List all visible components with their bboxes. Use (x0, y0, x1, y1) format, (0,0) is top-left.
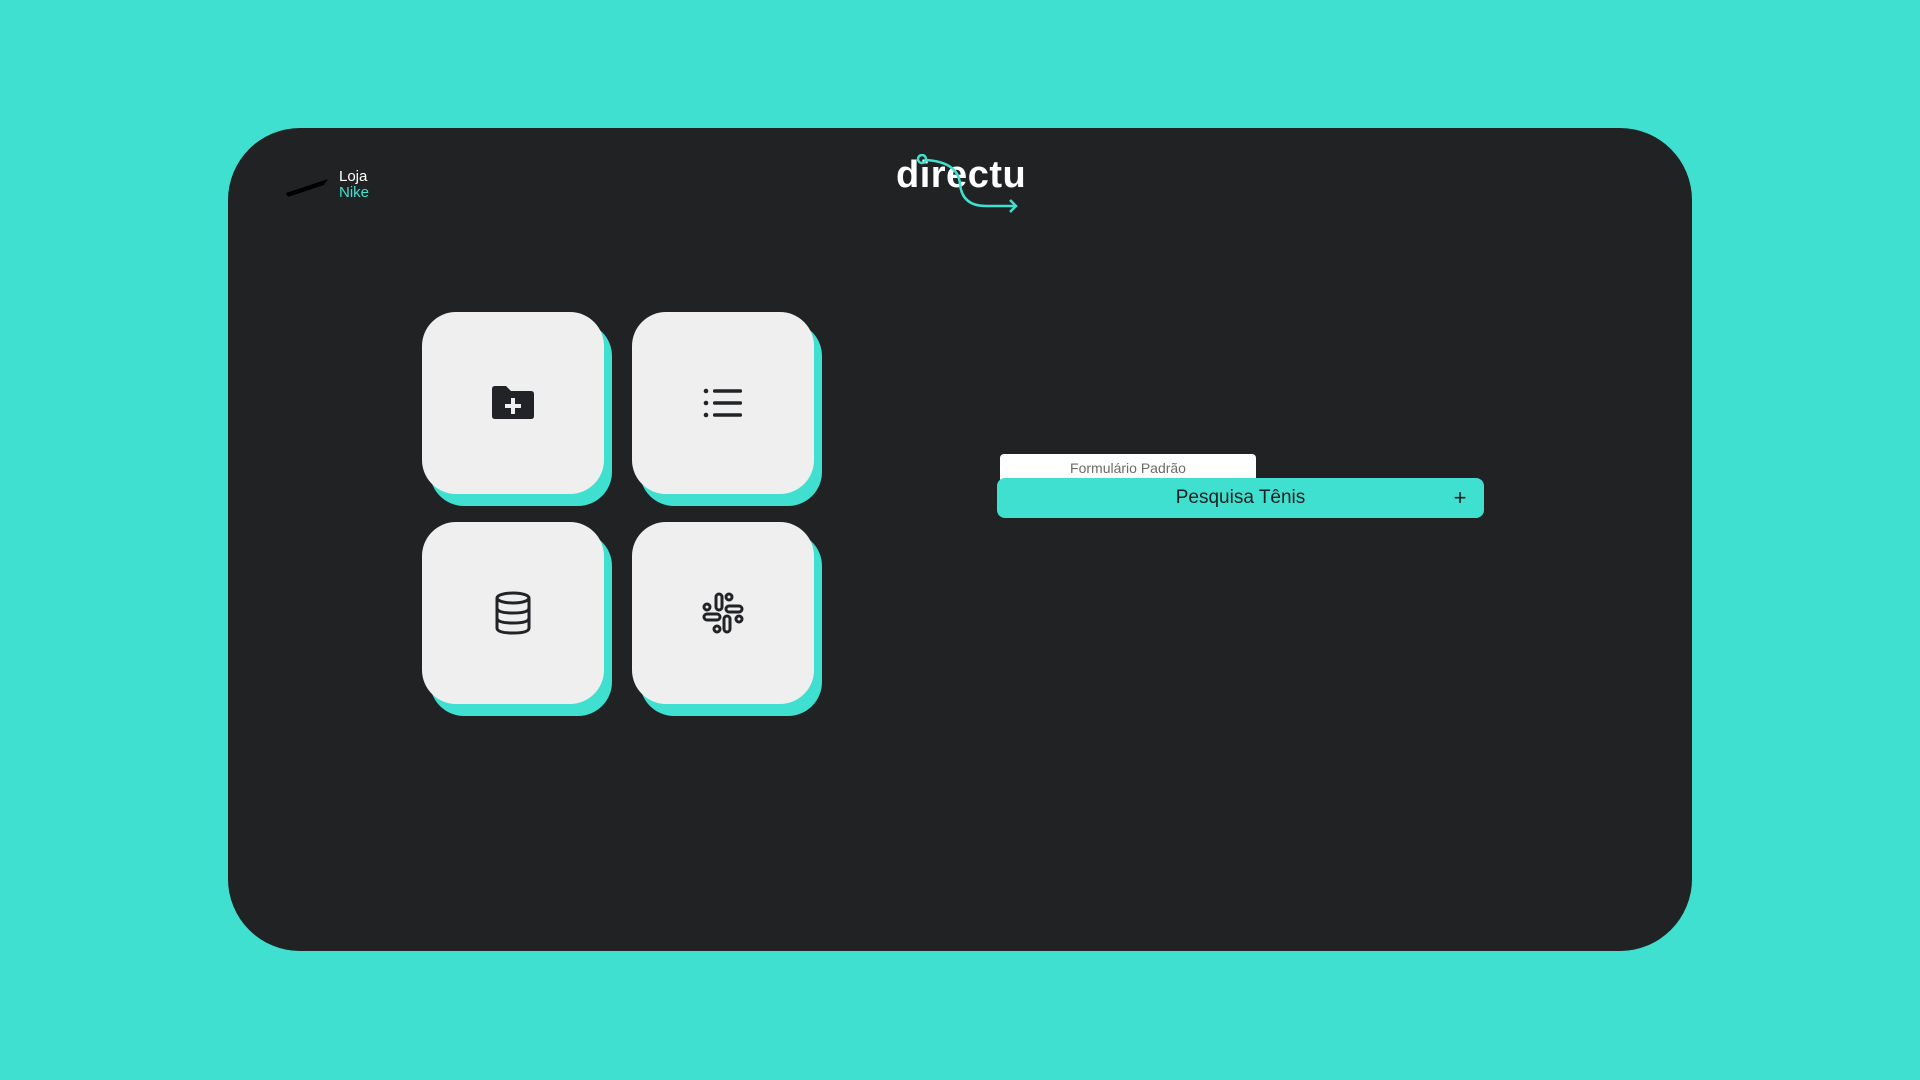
brand-logo: directu (896, 154, 1036, 216)
brand-arrow-icon (916, 154, 1018, 213)
store-name: Loja Nike (339, 169, 369, 201)
list-icon (703, 388, 742, 418)
database-button[interactable] (422, 522, 604, 704)
slack-tile[interactable] (632, 522, 822, 716)
form-item[interactable]: Pesquisa Tênis + (997, 478, 1484, 518)
store-badge: Loja Nike (284, 169, 369, 201)
list-button[interactable] (632, 312, 814, 494)
database-tile[interactable] (422, 522, 612, 716)
list-tile[interactable] (632, 312, 822, 506)
form-type-tab: Formulário Padrão (1000, 454, 1256, 481)
slack-button[interactable] (632, 522, 814, 704)
swoosh-logo-icon (286, 179, 328, 197)
new-folder-tile[interactable] (422, 312, 612, 506)
folder-plus-icon (492, 386, 534, 419)
database-icon (495, 591, 531, 635)
form-title: Pesquisa Tênis (1175, 487, 1306, 508)
new-folder-button[interactable] (422, 312, 604, 494)
store-label: Loja (339, 168, 368, 185)
add-icon[interactable]: + (1450, 478, 1470, 518)
store-brand: Nike (339, 184, 370, 201)
slack-icon (702, 592, 744, 634)
main-panel: Loja Nike directu Formulário Padrão Pesq… (228, 128, 1692, 951)
